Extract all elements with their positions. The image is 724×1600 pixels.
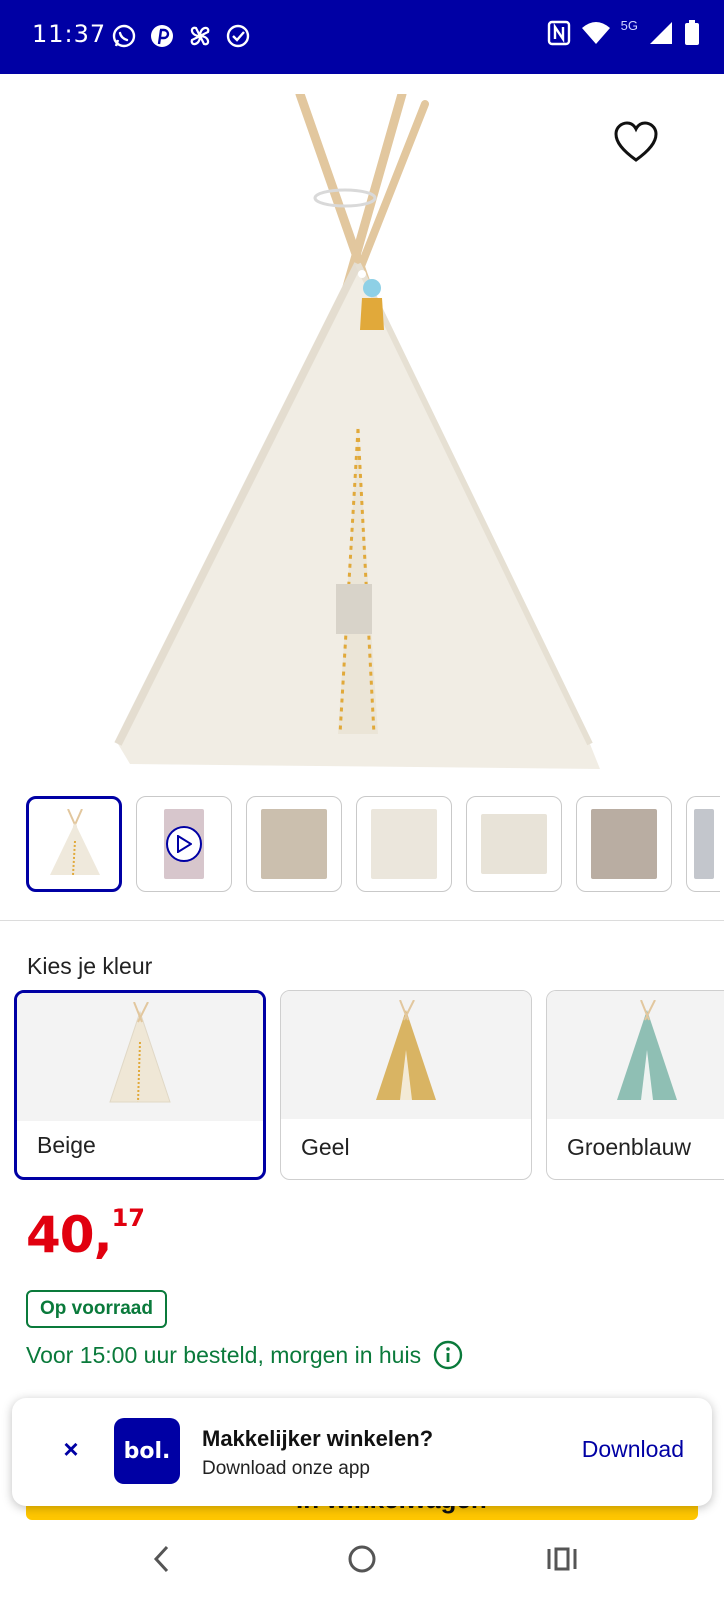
home-icon[interactable] bbox=[345, 1542, 379, 1576]
delivery-info: Voor 15:00 uur besteld, morgen in huis bbox=[26, 1340, 463, 1370]
heart-icon[interactable] bbox=[612, 120, 660, 164]
status-time: 11:37 bbox=[32, 20, 107, 48]
thumbnail-1[interactable] bbox=[26, 796, 122, 892]
divider bbox=[0, 920, 724, 921]
thumbnail-4[interactable] bbox=[356, 796, 452, 892]
thumbnail-strip[interactable] bbox=[26, 796, 720, 892]
color-option-groenblauw[interactable]: Groenblauw bbox=[546, 990, 724, 1180]
network-type: 5G bbox=[620, 17, 638, 33]
color-options[interactable]: Beige Geel Groenblauw bbox=[14, 990, 724, 1180]
color-option-beige[interactable]: Beige bbox=[14, 990, 266, 1180]
color-section-title: Kies je kleur bbox=[27, 953, 153, 979]
color-option-geel[interactable]: Geel bbox=[280, 990, 532, 1180]
pinwheel-icon bbox=[190, 26, 210, 46]
wifi-icon bbox=[581, 22, 610, 44]
download-app-button[interactable]: Download bbox=[582, 1436, 684, 1463]
color-teepee-image bbox=[616, 1000, 677, 1100]
product-image-teepee bbox=[114, 94, 600, 769]
color-teepee-image bbox=[109, 1002, 171, 1103]
stock-badge: Op voorraad bbox=[26, 1290, 167, 1328]
color-label: Geel bbox=[301, 1134, 350, 1160]
whatsapp-icon bbox=[112, 24, 136, 48]
info-icon[interactable] bbox=[433, 1340, 463, 1370]
price-integer: 40, bbox=[26, 1206, 113, 1264]
pinterest-icon bbox=[151, 25, 173, 47]
status-bar: 11:37 5G bbox=[0, 0, 724, 74]
delivery-text: Voor 15:00 uur besteld, morgen in huis bbox=[26, 1341, 422, 1368]
product-hero-image[interactable] bbox=[0, 74, 724, 774]
battery-icon bbox=[685, 20, 699, 45]
app-download-banner: × bol. Makkelijker winkelen? Download on… bbox=[12, 1398, 712, 1506]
close-banner-button[interactable]: × bbox=[58, 1434, 84, 1464]
thumbnail-6[interactable] bbox=[576, 796, 672, 892]
color-label: Beige bbox=[37, 1132, 96, 1158]
system-nav-bar bbox=[0, 1520, 724, 1600]
nfc-icon bbox=[547, 20, 570, 46]
banner-title: Makkelijker winkelen? bbox=[202, 1426, 434, 1451]
bol-logo: bol. bbox=[114, 1418, 180, 1484]
back-icon[interactable] bbox=[145, 1542, 179, 1576]
color-teepee-image bbox=[376, 1000, 436, 1100]
play-icon bbox=[166, 826, 202, 862]
price: 40,17 bbox=[26, 1204, 145, 1264]
thumbnail-5[interactable] bbox=[466, 796, 562, 892]
color-label: Groenblauw bbox=[567, 1134, 692, 1160]
banner-subtitle: Download onze app bbox=[202, 1458, 370, 1479]
thumbnail-video[interactable] bbox=[136, 796, 232, 892]
thumbnail-teepee-image bbox=[50, 809, 100, 876]
thumbnail-7[interactable] bbox=[686, 796, 720, 892]
recents-icon[interactable] bbox=[545, 1542, 579, 1576]
price-fraction: 17 bbox=[111, 1204, 145, 1232]
signal-icon bbox=[650, 22, 672, 44]
check-circle-icon bbox=[226, 24, 250, 48]
thumbnail-3[interactable] bbox=[246, 796, 342, 892]
